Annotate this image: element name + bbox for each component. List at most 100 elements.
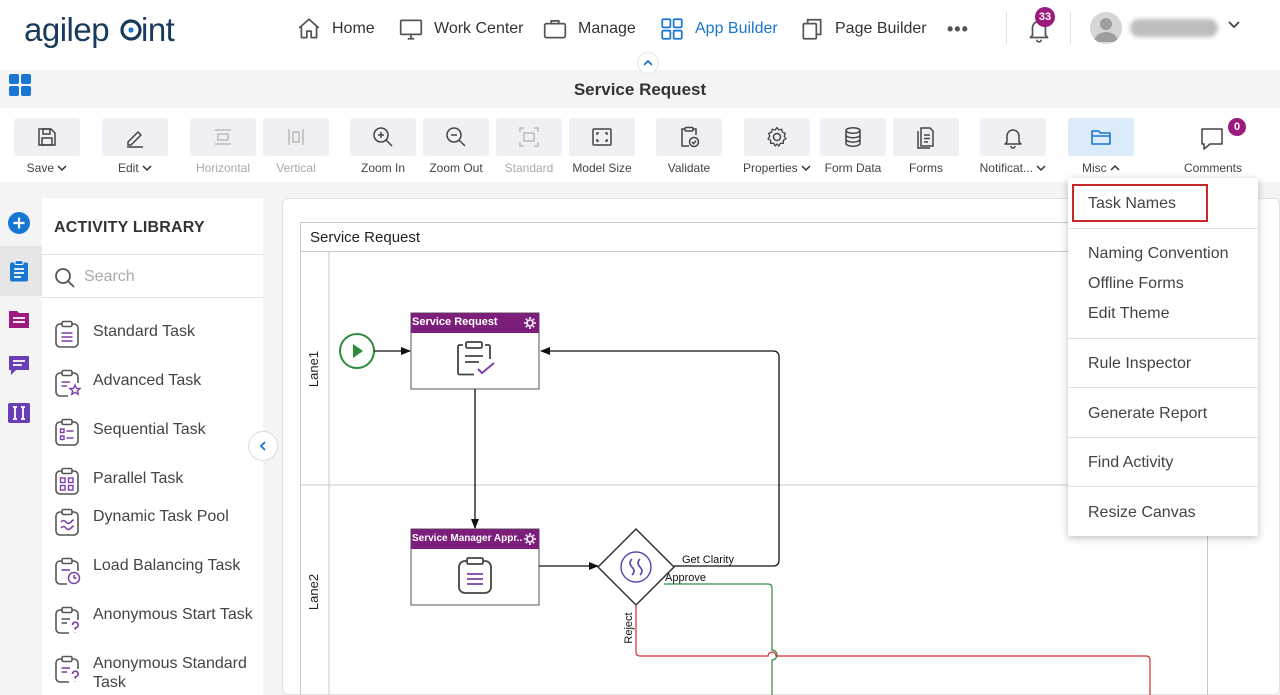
comments-icon-wrap — [1198, 124, 1228, 154]
library-item-sequential-task[interactable]: Sequential Task — [52, 413, 257, 457]
library-item-parallel-task[interactable]: Parallel Task — [52, 462, 257, 506]
folder-icon — [1091, 130, 1111, 145]
fit-screen-icon — [592, 128, 612, 146]
user-menu-chevron[interactable] — [1226, 16, 1242, 32]
nav-divider — [1006, 12, 1007, 44]
misc-button[interactable]: Misc — [1068, 118, 1134, 178]
zoom-in-button[interactable]: Zoom In — [350, 118, 416, 178]
chevron-up-icon — [1110, 164, 1120, 171]
horizontal-label: Horizontal — [195, 161, 251, 175]
forms-button[interactable]: Forms — [893, 118, 959, 178]
nav-home[interactable]: Home — [296, 14, 375, 44]
library-item-label: Advanced Task — [93, 372, 202, 389]
activity-library-title: ACTIVITY LIBRARY — [54, 219, 205, 236]
menu-item-generate-report[interactable]: Generate Report — [1088, 405, 1207, 423]
zoom-in-icon — [373, 127, 393, 147]
forms-rail-button[interactable] — [6, 306, 32, 332]
task2-title: Service Manager Appr... — [412, 533, 522, 544]
nav-app-builder[interactable]: App Builder — [659, 14, 778, 44]
forms-label: Forms — [909, 161, 943, 175]
library-search-bar — [42, 254, 263, 298]
parallel-task-icon — [55, 467, 79, 495]
nav-home-label: Home — [332, 20, 375, 37]
nav-page-builder[interactable]: Page Builder — [799, 14, 927, 44]
activity-library-panel: ACTIVITY LIBRARY Standard Task Advanced … — [42, 198, 263, 695]
variables-rail-button[interactable] — [6, 400, 32, 426]
user-name-redacted — [1130, 19, 1218, 37]
validate-icon — [681, 126, 700, 148]
zoom-out-label: Zoom Out — [429, 161, 483, 175]
notifications-toolbar-button-box — [980, 118, 1046, 156]
model-size-button[interactable]: Model Size — [569, 118, 635, 178]
title-bar: Service Request — [0, 70, 1280, 108]
model-size-button-box — [569, 118, 635, 156]
standard-size-icon — [519, 127, 539, 147]
nav-work-center[interactable]: Work Center — [398, 14, 524, 44]
lane2-label: Lane2 — [306, 573, 321, 611]
library-item-label: Anonymous Standard Task — [93, 655, 247, 691]
standard-button[interactable]: Standard — [496, 118, 562, 178]
standard-button-box — [496, 118, 562, 156]
load-balancing-task-icon — [55, 557, 81, 585]
more-icon: ••• — [947, 18, 969, 39]
apps-grid-icon — [661, 18, 683, 40]
agilepoint-logo[interactable]: agilep int — [24, 10, 184, 50]
page-title: Service Request — [573, 80, 707, 99]
library-item-anonymous-standard-task[interactable]: Anonymous Standard Task — [52, 650, 257, 694]
gear-icon — [767, 126, 787, 147]
comments-label: Comments — [1183, 161, 1242, 175]
misc-button-box — [1068, 118, 1134, 156]
library-item-label: Sequential Task — [93, 421, 206, 438]
menu-item-offline-forms[interactable]: Offline Forms — [1088, 275, 1184, 293]
menu-item-find-activity[interactable]: Find Activity — [1088, 454, 1173, 472]
vertical-layout-icon — [288, 129, 304, 145]
designer-toolbar: Save Edit Horizontal Vertical Zoom In Zo… — [0, 108, 1280, 182]
properties-button[interactable]: Properties — [743, 118, 811, 178]
advanced-task-icon — [55, 369, 82, 397]
library-search-input[interactable] — [84, 265, 254, 289]
menu-item-edit-theme[interactable]: Edit Theme — [1088, 305, 1170, 323]
menu-item-rule-inspector[interactable]: Rule Inspector — [1088, 355, 1191, 373]
notifications-toolbar-label: Notificat... — [974, 161, 1052, 175]
horizontal-layout-icon — [215, 129, 231, 145]
chevron-down-icon — [1036, 165, 1046, 172]
standard-label: Standard — [504, 161, 554, 175]
form-data-button[interactable]: Form Data — [820, 118, 886, 178]
nav-more-button[interactable]: ••• — [947, 14, 969, 44]
task1-title: Service Request — [412, 316, 498, 328]
nav-work-center-label: Work Center — [434, 20, 524, 37]
user-icon — [1094, 18, 1118, 42]
add-activity-rail-button[interactable] — [6, 210, 32, 236]
chevron-up-icon — [643, 59, 653, 66]
validate-button[interactable]: Validate — [656, 118, 722, 178]
library-item-anonymous-start-task[interactable]: Anonymous Start Task — [52, 601, 257, 645]
text-field-icon — [8, 403, 30, 423]
library-item-load-balancing-task[interactable]: Load Balancing Task — [52, 552, 257, 596]
form-data-label: Form Data — [824, 161, 882, 175]
menu-item-task-names[interactable]: Task Names — [1088, 195, 1176, 213]
form-folder-icon — [9, 311, 29, 328]
properties-button-box — [744, 118, 810, 156]
messages-rail-button[interactable] — [6, 352, 32, 378]
menu-divider — [1068, 338, 1258, 339]
save-button[interactable]: Save — [14, 118, 80, 178]
notifications-toolbar-button[interactable]: Notificat... — [980, 118, 1046, 178]
collapse-library-button[interactable] — [248, 431, 278, 461]
horizontal-button[interactable]: Horizontal — [190, 118, 256, 178]
library-item-standard-task[interactable]: Standard Task — [52, 315, 257, 359]
zoom-out-button[interactable]: Zoom Out — [423, 118, 489, 178]
menu-item-naming-convention[interactable]: Naming Convention — [1088, 245, 1229, 263]
activity-library-rail-button[interactable] — [6, 258, 32, 284]
misc-label: Misc — [1062, 161, 1140, 175]
nav-manage[interactable]: Manage — [542, 14, 636, 44]
vertical-button[interactable]: Vertical — [263, 118, 329, 178]
library-item-advanced-task[interactable]: Advanced Task — [52, 364, 257, 408]
comments-count-badge: 0 — [1228, 118, 1246, 136]
edit-button[interactable]: Edit — [102, 118, 168, 178]
menu-item-resize-canvas[interactable]: Resize Canvas — [1088, 504, 1196, 522]
user-avatar[interactable] — [1090, 12, 1122, 44]
collapse-header-button[interactable] — [637, 52, 659, 74]
flow-label-reject: Reject — [623, 612, 635, 644]
library-item-dynamic-task-pool[interactable]: Dynamic Task Pool — [52, 503, 257, 547]
menu-divider — [1068, 437, 1258, 438]
